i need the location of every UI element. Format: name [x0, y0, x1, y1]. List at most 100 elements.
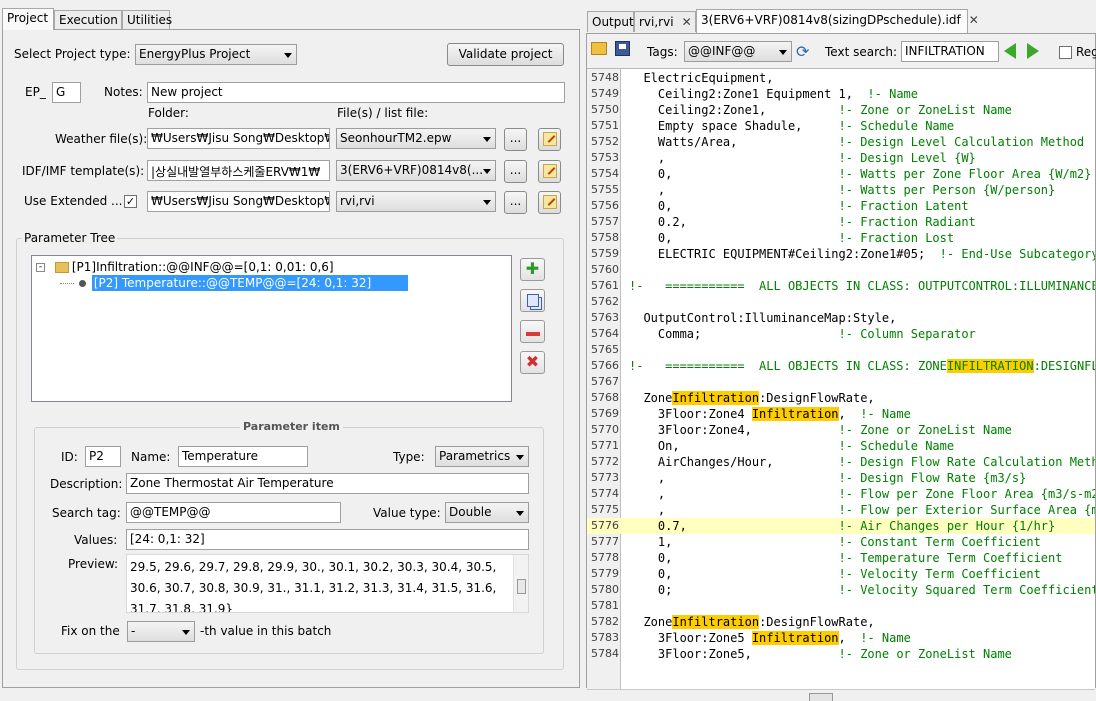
tab-idf[interactable]: 3(ERV6+VRF)0814v8(sizingDPschedule).idf ✕	[696, 9, 979, 33]
code-line[interactable]: 5750 Ceiling2:Zone1, !- Zone or ZoneList…	[587, 102, 1095, 118]
code-segment: :DesignFlowRate,	[759, 391, 875, 405]
id-input[interactable]: P2	[85, 446, 121, 467]
code-line[interactable]: 5754 0, !- Watts per Zone Floor Area {W/…	[587, 166, 1095, 182]
value-type-select[interactable]: Double	[445, 502, 529, 523]
code-line[interactable]: 5777 1, !- Constant Term Coefficient	[587, 534, 1095, 550]
close-icon[interactable]: ✕	[969, 13, 979, 27]
description-input[interactable]: Zone Thermostat Air Temperature	[126, 473, 529, 494]
tab-execution[interactable]: Execution	[54, 10, 122, 29]
tree-item-p1[interactable]: - [P1]Infiltration::@@INF@@=[0,1: 0,01: …	[36, 259, 334, 275]
ep-prefix-input[interactable]: G	[52, 82, 81, 103]
extended-folder-input[interactable]: ₩Users₩Jisu Song₩Desktop₩	[147, 191, 330, 212]
tree-item-p2[interactable]: [P2] Temperature::@@TEMP@@=[24: 0,1: 32]	[60, 275, 408, 291]
preview-area[interactable]: 29.5, 29.6, 29.7, 29.8, 29.9, 30., 30.1,…	[126, 554, 529, 613]
fix-select[interactable]: -	[127, 621, 195, 642]
notes-input[interactable]: New project	[147, 82, 565, 103]
code-line[interactable]: 5776 0.7, !- Air Changes per Hour {1/hr}	[587, 518, 1095, 534]
code-line[interactable]: 5748 ElectricEquipment,	[587, 70, 1095, 86]
code-line[interactable]: 5762	[587, 294, 1095, 310]
weather-folder-input[interactable]: ₩Users₩Jisu Song₩Desktop₩	[147, 128, 330, 149]
save-icon[interactable]	[615, 41, 630, 56]
tab-output[interactable]: Output	[587, 11, 634, 32]
code-line[interactable]: 5770 3Floor:Zone4, !- Zone or ZoneList N…	[587, 422, 1095, 438]
type-select[interactable]: Parametrics	[435, 446, 529, 467]
code-segment: !- Design Level {W}	[838, 151, 976, 165]
idf-folder-input[interactable]: |상실내발열부하스케줄ERV₩1₩	[147, 160, 330, 181]
code-segment: !- Schedule Name	[838, 119, 955, 133]
copy-parameter-button[interactable]	[520, 289, 545, 312]
code-line[interactable]: 5774 , !- Flow per Zone Floor Area {m3/s…	[587, 486, 1095, 502]
weather-edit-button[interactable]	[538, 128, 561, 151]
text-search-input[interactable]: INFILTRATION	[901, 41, 999, 62]
code-line[interactable]: 5765	[587, 342, 1095, 358]
line-number: 5768	[591, 391, 619, 404]
code-line[interactable]: 5755 , !- Watts per Person {W/person}	[587, 182, 1095, 198]
code-line[interactable]: 5767	[587, 374, 1095, 390]
code-line[interactable]: 5781	[587, 598, 1095, 614]
horizontal-scrollbar[interactable]	[587, 689, 1095, 701]
code-line[interactable]: 5768 ZoneInfiltration:DesignFlowRate,	[587, 390, 1095, 406]
search-tag-input[interactable]: @@TEMP@@	[126, 502, 341, 523]
open-folder-icon[interactable]	[591, 42, 607, 55]
code-line[interactable]: 5752 Watts/Area, !- Design Level Calcula…	[587, 134, 1095, 150]
code-line[interactable]: 5784 3Floor:Zone5, !- Zone or ZoneList N…	[587, 646, 1095, 662]
refresh-icon[interactable]: ⟳	[796, 42, 809, 61]
code-line[interactable]: 5766 !- =========== ALL OBJECTS IN CLASS:…	[587, 358, 1095, 374]
idf-edit-button[interactable]	[538, 160, 561, 183]
code-line[interactable]: 5764 Comma; !- Column Separator	[587, 326, 1095, 342]
code-text: 3Floor:Zone4 Infiltration, !- Name	[629, 406, 911, 422]
idf-file-select[interactable]: 3(ERV6+VRF)0814v8(...	[336, 160, 496, 181]
parameter-tree[interactable]: - [P1]Infiltration::@@INF@@=[0,1: 0,01: …	[31, 255, 512, 402]
code-line[interactable]: 5772 AirChanges/Hour, !- Design Flow Rat…	[587, 454, 1095, 470]
scroll-thumb[interactable]	[517, 579, 526, 594]
code-line[interactable]: 5775 , !- Flow per Exterior Surface Area…	[587, 502, 1095, 518]
tab-project[interactable]: Project	[2, 8, 54, 30]
code-line[interactable]: 5771 On, !- Schedule Name	[587, 438, 1095, 454]
project-type-select[interactable]: EnergyPlus Project	[135, 44, 297, 65]
extended-edit-button[interactable]	[538, 191, 561, 214]
name-input[interactable]: Temperature	[178, 446, 308, 467]
code-line[interactable]: 5779 0, !- Velocity Term Coefficient	[587, 566, 1095, 582]
code-line[interactable]: 5773 , !- Design Flow Rate {m3/s}	[587, 470, 1095, 486]
code-line[interactable]: 5782 ZoneInfiltration:DesignFlowRate,	[587, 614, 1095, 630]
weather-browse-button[interactable]: ...	[504, 128, 527, 151]
code-line[interactable]: 5760	[587, 262, 1095, 278]
code-line[interactable]: 5769 3Floor:Zone4 Infiltration, !- Name	[587, 406, 1095, 422]
values-input[interactable]: [24: 0,1: 32]	[126, 529, 529, 550]
preview-scrollbar[interactable]	[513, 555, 528, 612]
search-next-icon[interactable]	[1027, 43, 1039, 59]
code-line[interactable]: 5749 Ceiling2:Zone1 Equipment 1, !- Name	[587, 86, 1095, 102]
code-line[interactable]: 5780 0; !- Velocity Squared Term Coeffic…	[587, 582, 1095, 598]
add-parameter-button[interactable]: ✚	[520, 258, 545, 281]
extended-checkbox[interactable]: ✓	[124, 195, 137, 208]
tab-rvi[interactable]: rvi,rvi ✕	[634, 11, 696, 32]
collapse-icon[interactable]: -	[36, 263, 45, 272]
code-line[interactable]: 5758 0, !- Fraction Lost	[587, 230, 1095, 246]
tags-select[interactable]: @@INF@@	[684, 41, 792, 62]
search-prev-icon[interactable]	[1004, 43, 1016, 59]
regex-checkbox[interactable]	[1059, 46, 1072, 59]
extended-browse-button[interactable]: ...	[504, 191, 527, 214]
code-line[interactable]: 5757 0.2, !- Fraction Radiant	[587, 214, 1095, 230]
code-line[interactable]: 5756 0, !- Fraction Latent	[587, 198, 1095, 214]
code-line[interactable]: 5763 OutputControl:IlluminanceMap:Style,	[587, 310, 1095, 326]
line-number: 5778	[591, 551, 619, 564]
idf-browse-button[interactable]: ...	[504, 160, 527, 183]
code-line[interactable]: 5751 Empty space Shadule, !- Schedule Na…	[587, 118, 1095, 134]
fix-value: -	[131, 624, 136, 638]
delete-parameter-button[interactable]: ✖	[520, 351, 545, 374]
code-line[interactable]: 5778 0, !- Temperature Term Coefficient	[587, 550, 1095, 566]
tab-utilities[interactable]: Utilities	[122, 10, 172, 29]
validate-project-button[interactable]: Validate project	[447, 43, 564, 66]
tags-value: @@INF@@	[688, 44, 756, 58]
close-icon[interactable]: ✕	[682, 15, 692, 29]
scroll-thumb[interactable]	[809, 693, 833, 701]
code-editor[interactable]: 5748 ElectricEquipment, 5749 Ceiling2:Zon…	[587, 68, 1095, 701]
code-line[interactable]: 5759 ELECTRIC EQUIPMENT#Ceiling2:Zone1#0…	[587, 246, 1095, 262]
code-line[interactable]: 5761 !- =========== ALL OBJECTS IN CLASS:…	[587, 278, 1095, 294]
weather-file-select[interactable]: SeonhourTM2.epw	[336, 128, 496, 149]
code-line[interactable]: 5753 , !- Design Level {W}	[587, 150, 1095, 166]
extended-file-select[interactable]: rvi,rvi	[336, 191, 496, 212]
remove-parameter-button[interactable]	[520, 320, 545, 343]
code-line[interactable]: 5783 3Floor:Zone5 Infiltration, !- Name	[587, 630, 1095, 646]
